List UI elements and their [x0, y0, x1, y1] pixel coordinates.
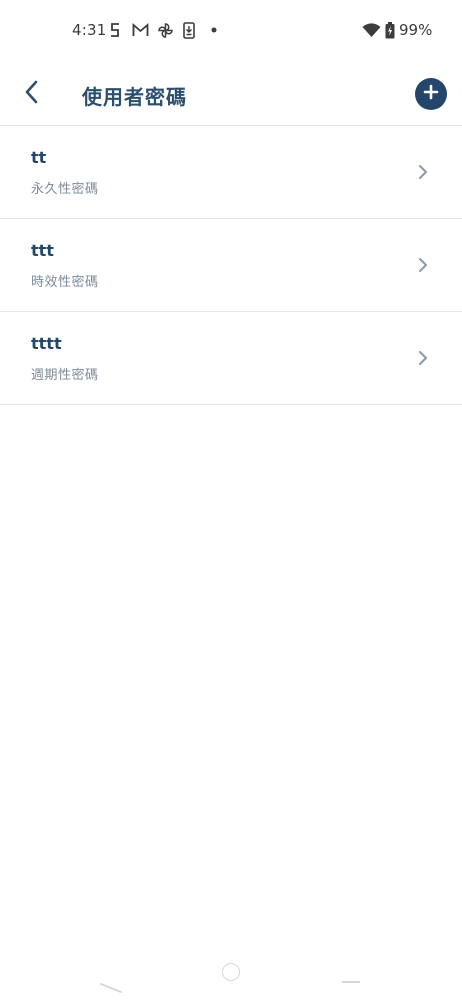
page-title: 使用者密碼 [82, 85, 187, 109]
nav-back-button[interactable] [100, 978, 122, 993]
notification-dot-icon [209, 21, 219, 39]
navigation-bar [0, 960, 462, 1000]
sim-status-icon [108, 21, 122, 39]
password-name: ttt [31, 241, 54, 260]
chevron-right-icon [413, 162, 433, 182]
add-password-button[interactable] [415, 78, 447, 110]
wifi-icon [361, 21, 381, 39]
battery-percent: 99% [399, 21, 433, 39]
battery-icon [384, 21, 396, 39]
status-bar: 4:31 99% [0, 0, 462, 60]
download-icon [182, 21, 196, 39]
password-type: 週期性密碼 [31, 368, 99, 383]
password-item-tt[interactable]: tt 永久性密碼 [0, 126, 462, 219]
pinwheel-icon [156, 21, 174, 39]
nav-recents-button[interactable] [342, 981, 360, 983]
gmail-icon [131, 21, 149, 39]
chevron-right-icon [413, 255, 433, 275]
plus-icon [423, 84, 439, 104]
password-list: tt 永久性密碼 ttt 時效性密碼 tttt 週期性密碼 [0, 126, 462, 405]
nav-home-button[interactable] [222, 963, 240, 981]
status-time: 4:31 [72, 21, 107, 39]
back-button[interactable] [14, 76, 50, 112]
password-name: tt [31, 148, 47, 167]
password-item-ttt[interactable]: ttt 時效性密碼 [0, 219, 462, 312]
back-arrow-icon [24, 80, 40, 108]
password-name: tttt [31, 334, 62, 353]
app-header: 使用者密碼 [0, 62, 462, 126]
screen: 4:31 99% 使用者密碼 tt 永久性密碼 ttt 時效性密碼 tttt 週… [0, 0, 462, 1000]
password-item-tttt[interactable]: tttt 週期性密碼 [0, 312, 462, 405]
password-type: 時效性密碼 [31, 275, 99, 290]
chevron-right-icon [413, 348, 433, 368]
password-type: 永久性密碼 [31, 182, 99, 197]
